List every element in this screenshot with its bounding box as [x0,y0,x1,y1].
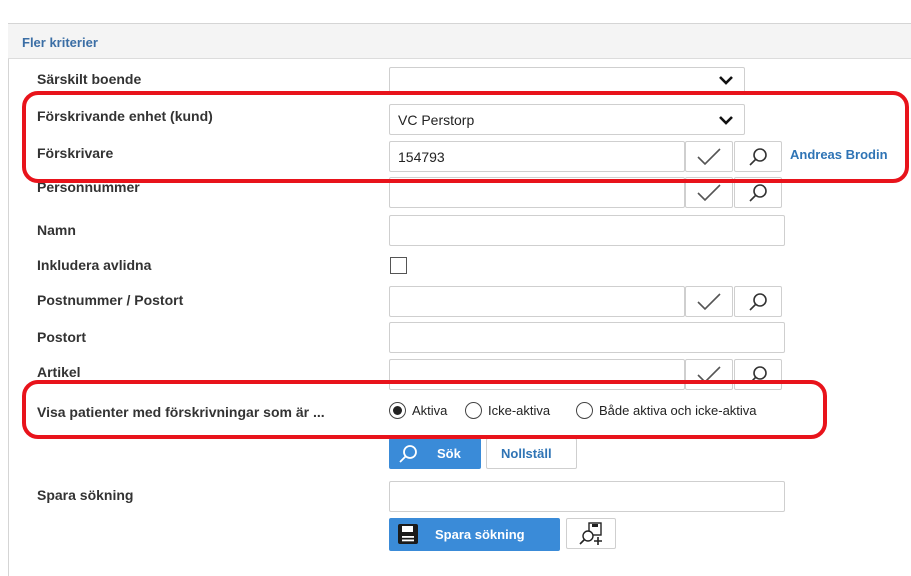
namn-input[interactable] [389,215,785,246]
postnummer-input[interactable] [389,286,685,317]
saved-search-add-icon [579,522,602,545]
label-sarskilt-boende: Särskilt boende [37,71,142,87]
panel-header: Fler kriterier [8,24,911,59]
search-button-label: Sök [437,446,461,461]
reset-button-label: Nollställ [501,446,552,461]
label-artikel: Artikel [37,364,81,380]
search-icon [749,292,767,311]
save-search-button[interactable]: Spara sökning [389,518,560,551]
label-spara-sokning: Spara sökning [37,487,134,503]
postnummer-validate-button[interactable] [685,286,733,317]
save-search-name-input[interactable] [389,481,785,512]
saved-searches-button[interactable] [566,518,616,549]
check-icon [697,183,721,201]
check-icon [697,292,721,310]
postort-input[interactable] [389,322,785,353]
postnummer-search-button[interactable] [734,286,782,317]
search-icon [749,183,767,202]
highlight-visa-box [22,380,827,439]
inkludera-avlidna-checkbox[interactable] [390,257,407,274]
highlight-prescriber-box [22,91,909,183]
search-button[interactable]: Sök [389,438,481,469]
sarskilt-boende-select[interactable] [389,67,745,93]
label-inkludera-avlidna: Inkludera avlidna [37,257,152,273]
reset-button[interactable]: Nollställ [486,438,577,469]
search-icon [399,445,417,463]
chevron-down-icon [719,76,733,85]
floppy-disk-icon [398,524,418,544]
label-postort: Postort [37,329,86,345]
label-namn: Namn [37,222,76,238]
save-search-button-label: Spara sökning [435,527,525,542]
label-postnummer: Postnummer / Postort [37,292,184,308]
panel-title: Fler kriterier [22,35,98,50]
